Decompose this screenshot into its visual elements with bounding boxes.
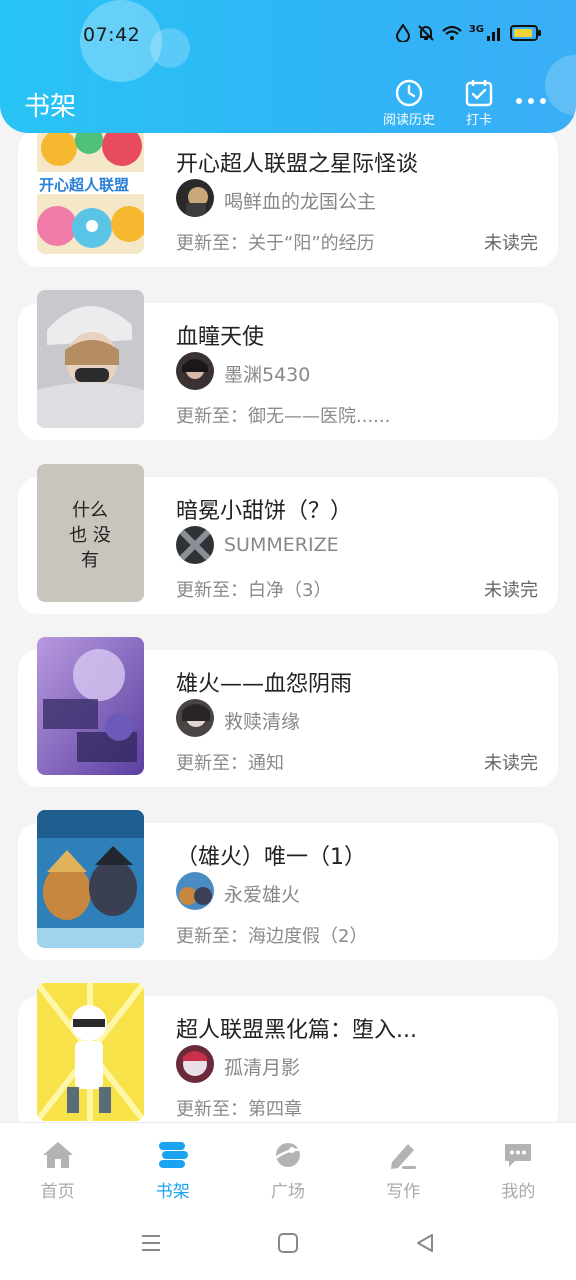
- author-avatar[interactable]: [176, 526, 214, 564]
- author-name: 墨渊5430: [224, 364, 311, 386]
- unread-badge: 未读完: [484, 580, 538, 601]
- dot: [540, 98, 546, 104]
- author-name: 永爱雄火: [224, 884, 301, 906]
- mute-bell-icon: [418, 25, 434, 41]
- nav-square-label: 广场: [271, 1182, 305, 1202]
- update-text: 更新至：第四章: [176, 1099, 302, 1120]
- system-nav-bar: [0, 1210, 576, 1280]
- planet-icon: [271, 1139, 305, 1171]
- bookshelf-icon: [156, 1139, 190, 1171]
- back-icon[interactable]: [414, 1232, 436, 1254]
- home-icon: [41, 1139, 75, 1171]
- unread-badge: 未读完: [484, 233, 538, 254]
- status-time: 07:42: [83, 24, 141, 46]
- book-title[interactable]: 开心超人联盟之星际怪谈: [176, 146, 418, 178]
- book-title[interactable]: 暗冕小甜饼（？）: [176, 493, 352, 525]
- book-cover[interactable]: 开心超人联盟: [37, 128, 144, 254]
- book-cover[interactable]: [37, 983, 144, 1121]
- book-title[interactable]: （雄火）唯一（1）: [176, 839, 366, 871]
- bottom-nav: 首页 书架 广场 写作 我的: [0, 1122, 576, 1210]
- battery-icon: [510, 25, 541, 41]
- nav-write-label: 写作: [386, 1182, 421, 1202]
- book-card[interactable]: 超人联盟黑化篇：堕入... 孤清月影 更新至：第四章: [18, 983, 558, 1122]
- dot: [528, 98, 534, 104]
- update-text: 更新至：通知: [176, 753, 284, 774]
- signal-icon: [487, 28, 500, 41]
- book-card[interactable]: 雄火——血怨阴雨 救赎清缘 更新至：通知 未读完: [18, 637, 558, 787]
- book-cover[interactable]: [37, 810, 144, 948]
- author-name: 救赎清缘: [224, 711, 301, 733]
- network-type: 3G: [468, 23, 484, 35]
- author-name: 孤清月影: [224, 1057, 301, 1079]
- author-avatar[interactable]: [176, 1045, 214, 1083]
- update-text: 更新至：海边度假（2）: [176, 926, 368, 947]
- book-card[interactable]: （雄火）唯一（1） 永爱雄火 更新至：海边度假（2）: [18, 810, 558, 960]
- decor-bubble: [150, 28, 190, 68]
- nav-home[interactable]: 首页: [0, 1123, 115, 1210]
- author-avatar[interactable]: [176, 179, 214, 217]
- unread-badge: 未读完: [484, 753, 538, 774]
- checkin-button[interactable]: 打卡: [464, 78, 494, 128]
- nav-bookshelf-label: 书架: [155, 1182, 190, 1202]
- status-icons: 3G: [395, 24, 542, 42]
- nav-mine-label: 我的: [501, 1182, 536, 1202]
- clock-icon: [395, 79, 423, 107]
- page-title: 书架: [24, 92, 77, 122]
- author-name: SUMMERIZE: [224, 534, 339, 556]
- update-text: 更新至：白净（3）: [176, 580, 332, 601]
- drop-icon: [395, 24, 410, 42]
- author-avatar[interactable]: [176, 352, 214, 390]
- wifi-icon: [442, 25, 462, 40]
- book-card[interactable]: 开心超人联盟 开心超人联盟之星际怪谈 喝鲜血的龙国公主 更新至：关于“阳”的经历…: [18, 128, 558, 267]
- author-avatar[interactable]: [176, 872, 214, 910]
- checkin-label: 打卡: [465, 113, 492, 128]
- menu-icon[interactable]: [140, 1232, 162, 1254]
- pencil-icon: [386, 1139, 420, 1171]
- nav-write[interactable]: 写作: [346, 1123, 461, 1210]
- chat-bubble-icon: [501, 1139, 535, 1171]
- book-title[interactable]: 雄火——血怨阴雨: [176, 666, 352, 698]
- nav-square[interactable]: 广场: [230, 1123, 345, 1210]
- book-title[interactable]: 超人联盟黑化篇：堕入...: [176, 1012, 417, 1044]
- update-text: 更新至：关于“阳”的经历: [176, 233, 375, 254]
- book-title[interactable]: 血瞳天使: [176, 319, 264, 351]
- top-header: 07:42 3G 书架 阅读历史 打卡: [0, 0, 576, 133]
- book-card[interactable]: 血瞳天使 墨渊5430 更新至：御无——医院......: [18, 290, 558, 440]
- nav-mine[interactable]: 我的: [461, 1123, 576, 1210]
- author-avatar[interactable]: [176, 699, 214, 737]
- book-card[interactable]: 什么 也 没有 暗冕小甜饼（？） SUMMERIZE 更新至：白净（3） 未读完: [18, 464, 558, 614]
- more-menu-button[interactable]: [516, 98, 546, 104]
- home-square-icon[interactable]: [277, 1232, 299, 1254]
- bookshelf-list: 开心超人联盟 开心超人联盟之星际怪谈 喝鲜血的龙国公主 更新至：关于“阳”的经历…: [0, 0, 576, 1122]
- author-name: 喝鲜血的龙国公主: [224, 191, 377, 213]
- book-cover[interactable]: 什么 也 没有: [37, 464, 144, 602]
- book-cover[interactable]: [37, 637, 144, 775]
- dot: [516, 98, 522, 104]
- reading-history-label: 阅读历史: [383, 113, 436, 128]
- book-cover[interactable]: [37, 290, 144, 428]
- decor-bubble: [545, 55, 576, 115]
- reading-history-button[interactable]: 阅读历史: [383, 78, 435, 128]
- nav-bookshelf[interactable]: 书架: [115, 1123, 230, 1210]
- calendar-check-icon: [465, 80, 493, 107]
- update-text: 更新至：御无——医院......: [176, 406, 391, 427]
- cover-title-text: 开心超人联盟: [39, 176, 130, 194]
- nav-home-label: 首页: [40, 1182, 75, 1202]
- cover-title-text: 什么 也 没有: [69, 500, 111, 571]
